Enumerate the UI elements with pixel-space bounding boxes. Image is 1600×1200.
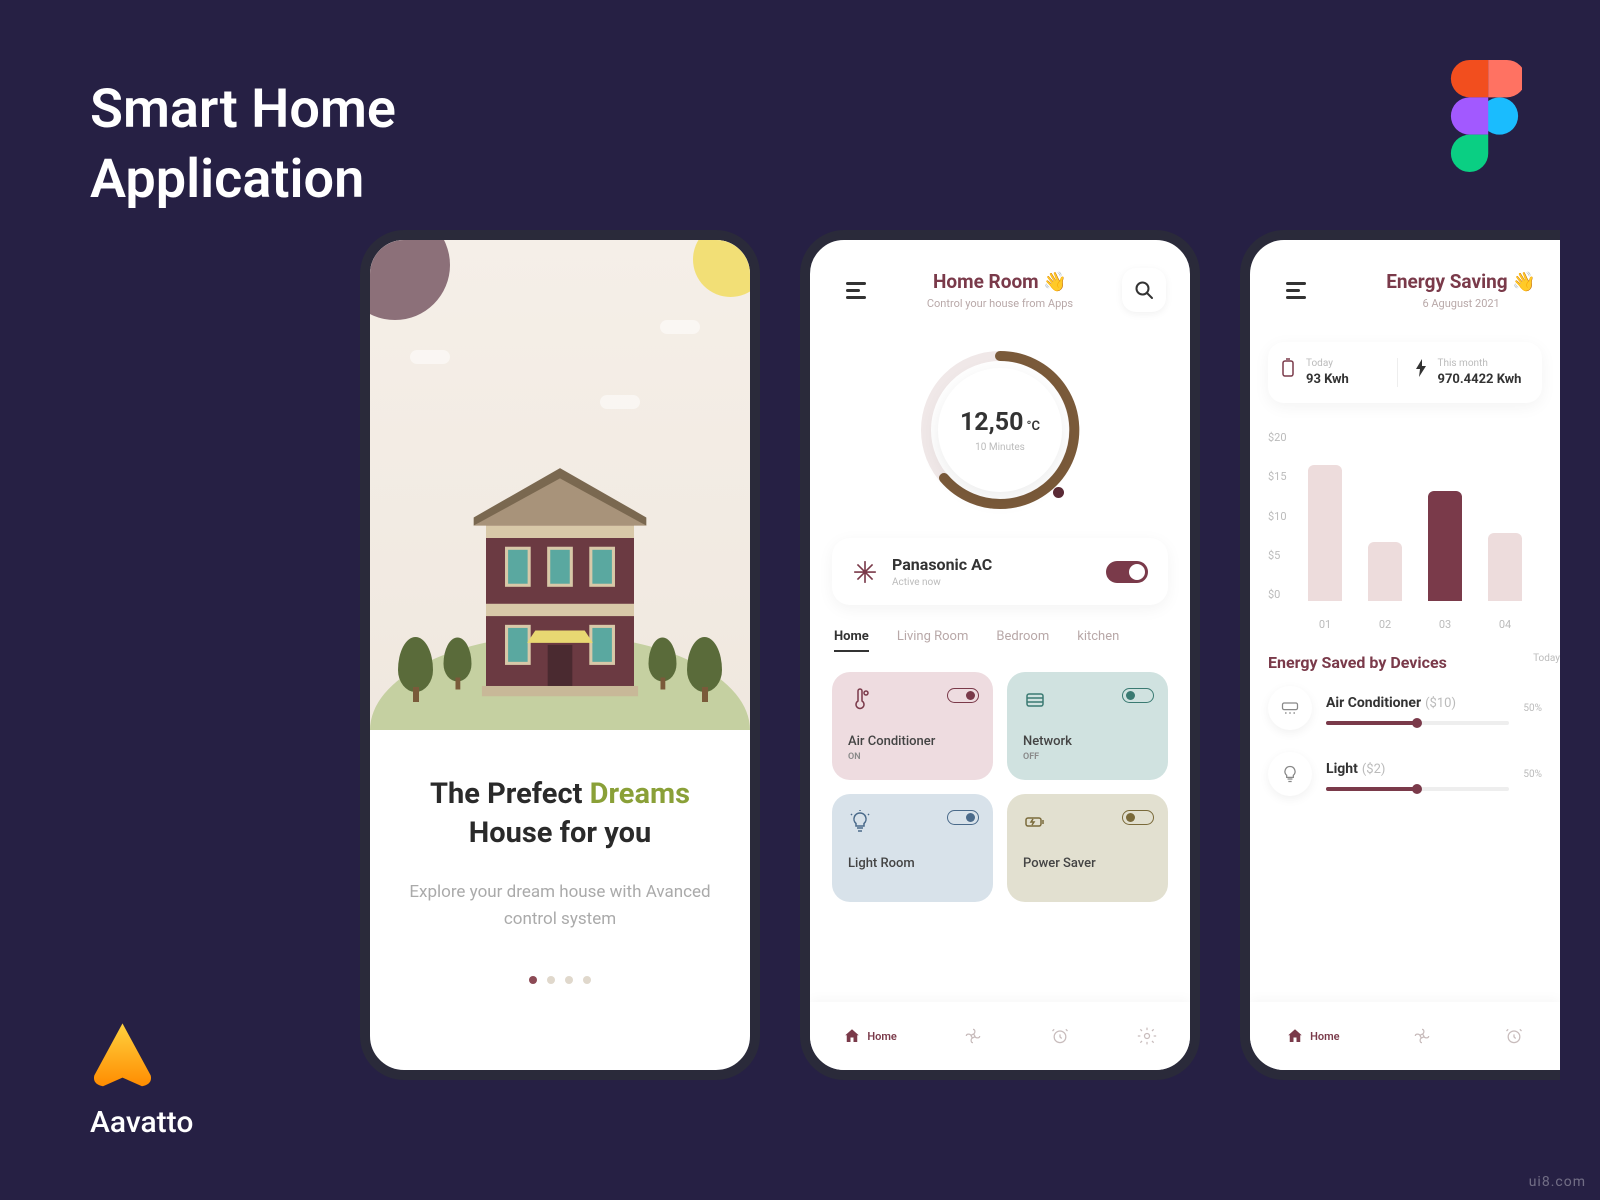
nav-home[interactable]: Home [1286, 1027, 1340, 1045]
nav-alarm[interactable] [1050, 1026, 1070, 1046]
screen-title: Energy Saving 👋 [1386, 270, 1536, 293]
home-icon [1286, 1027, 1304, 1045]
bottom-nav: Home [810, 1002, 1190, 1070]
home-icon [843, 1027, 861, 1045]
chart-bar[interactable] [1308, 465, 1342, 601]
house-icon [468, 464, 653, 700]
onboarding-heading: The Prefect DreamsHouse for you [408, 775, 712, 853]
card-air-conditioner[interactable]: Air Conditioner ON [832, 672, 993, 780]
filter-pill[interactable]: Today [1533, 653, 1560, 664]
router-icon [1023, 688, 1047, 712]
bulb-icon [1268, 752, 1312, 796]
ac-icon [1268, 686, 1312, 730]
energy-chart: $20$15$10$5$0 01020304 [1268, 431, 1542, 631]
menu-button[interactable] [834, 268, 878, 312]
snowflake-icon [852, 559, 878, 585]
card-toggle[interactable] [1122, 688, 1154, 703]
nav-settings[interactable] [1137, 1026, 1157, 1046]
menu-icon [1286, 282, 1306, 299]
device-item-ac[interactable]: Air Conditioner($10) 50% [1268, 686, 1542, 730]
fan-icon [1412, 1026, 1432, 1046]
stat-month: This month970.4422 Kwh [1397, 358, 1531, 387]
card-toggle[interactable] [1122, 810, 1154, 825]
aavatto-icon [90, 1021, 155, 1093]
bolt-icon [1414, 358, 1428, 378]
alarm-icon [1504, 1026, 1524, 1046]
bulb-icon [848, 810, 872, 834]
stat-today: Today93 Kwh [1280, 358, 1397, 387]
screen-subtitle: Control your house from Apps [927, 297, 1073, 310]
onboarding-screen: The Prefect DreamsHouse for you Explore … [360, 230, 760, 1080]
chart-xaxis: 01020304 [1308, 618, 1542, 631]
hero-illustration [370, 240, 750, 730]
screen-subtitle: 6 Agugust 2021 [1386, 297, 1536, 310]
chart-yaxis: $20$15$10$5$0 [1268, 431, 1287, 601]
page-title: Smart HomeApplication [90, 75, 396, 215]
search-button[interactable] [1122, 268, 1166, 312]
card-toggle[interactable] [947, 810, 979, 825]
room-tabs: Home Living Room Bedroom kitchen [810, 605, 1190, 664]
bottom-nav: Home [1250, 1002, 1560, 1070]
energy-screen: Energy Saving 👋 6 Agugust 2021 Today93 K… [1240, 230, 1560, 1080]
nav-fan[interactable] [1412, 1026, 1432, 1046]
device-item-light[interactable]: Light($2) 50% [1268, 752, 1542, 796]
fan-icon [963, 1026, 983, 1046]
temperature-gauge[interactable]: 12,50°C 10 Minutes [914, 344, 1086, 516]
nav-home[interactable]: Home [843, 1027, 897, 1045]
brand-logo: Aavatto [90, 1021, 193, 1140]
thermometer-icon [848, 688, 872, 712]
screen-title: Home Room 👋 [927, 270, 1073, 293]
chart-bar[interactable] [1368, 542, 1402, 602]
tab-bedroom[interactable]: Bedroom [996, 629, 1049, 652]
tab-home[interactable]: Home [834, 629, 869, 652]
nav-alarm[interactable] [1504, 1026, 1524, 1046]
search-icon [1134, 280, 1154, 300]
device-toggle[interactable] [1106, 561, 1148, 583]
stats-card: Today93 Kwh This month970.4422 Kwh [1268, 342, 1542, 403]
watermark: ui8.com [1529, 1174, 1586, 1190]
tab-living-room[interactable]: Living Room [897, 629, 969, 652]
tab-kitchen[interactable]: kitchen [1077, 629, 1119, 652]
card-network[interactable]: Network OFF [1007, 672, 1168, 780]
chart-bar[interactable] [1428, 491, 1462, 602]
settings-icon [1137, 1026, 1157, 1046]
onboarding-subtitle: Explore your dream house with Avanced co… [408, 879, 712, 933]
battery-icon [1023, 810, 1047, 834]
nav-fan[interactable] [963, 1026, 983, 1046]
card-power-saver[interactable]: Power Saver [1007, 794, 1168, 902]
chart-bar[interactable] [1488, 533, 1522, 601]
home-screen: Home Room 👋 Control your house from Apps… [800, 230, 1200, 1080]
battery-icon [1280, 358, 1296, 378]
menu-button[interactable] [1274, 268, 1318, 312]
section-title: Energy Saved by Devices [1250, 631, 1560, 686]
card-toggle[interactable] [947, 688, 979, 703]
menu-icon [846, 282, 866, 299]
page-indicator[interactable] [408, 976, 712, 984]
alarm-icon [1050, 1026, 1070, 1046]
card-light-room[interactable]: Light Room [832, 794, 993, 902]
figma-logo-icon [1447, 60, 1522, 172]
device-card[interactable]: Panasonic AC Active now [832, 538, 1168, 605]
